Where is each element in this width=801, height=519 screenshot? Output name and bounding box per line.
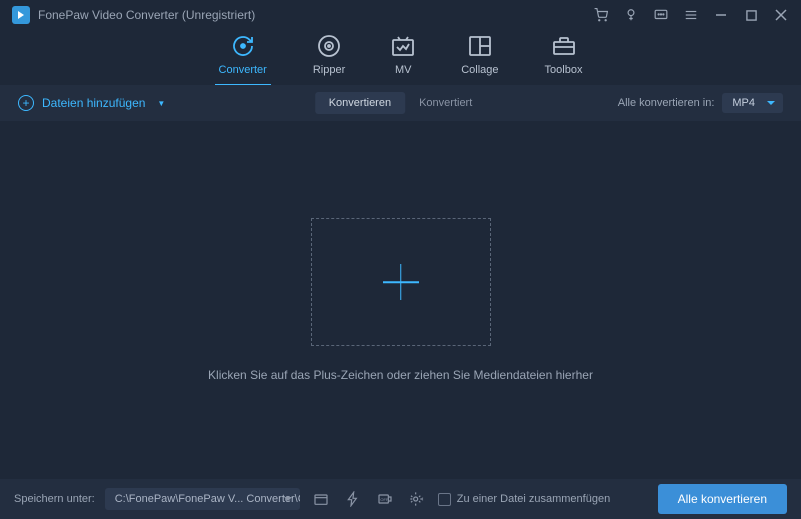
footer: Speichern unter: C:\FonePaw\FonePaw V...… bbox=[0, 479, 801, 519]
tab-label: MV bbox=[395, 64, 412, 76]
collage-icon bbox=[468, 34, 492, 58]
key-icon[interactable] bbox=[623, 7, 639, 23]
merge-label: Zu einer Datei zusammenfügen bbox=[457, 493, 610, 505]
tab-collage[interactable]: Collage bbox=[461, 34, 498, 86]
plus-circle-icon: + bbox=[18, 95, 34, 111]
window-title: FonePaw Video Converter (Unregistriert) bbox=[38, 8, 593, 22]
app-logo bbox=[12, 6, 30, 24]
subbar: + Dateien hinzufügen ▼ Konvertieren Konv… bbox=[0, 85, 801, 121]
save-path-dropdown[interactable]: C:\FonePaw\FonePaw V... Converter\Conver… bbox=[105, 488, 300, 510]
save-label: Speichern unter: bbox=[14, 493, 95, 505]
settings-icon[interactable] bbox=[406, 488, 428, 510]
status-tab-converting[interactable]: Konvertieren bbox=[315, 92, 405, 114]
format-dropdown[interactable]: MP4 bbox=[722, 93, 783, 113]
tab-toolbox[interactable]: Toolbox bbox=[545, 34, 583, 86]
ripper-icon bbox=[317, 34, 341, 58]
converter-icon bbox=[231, 34, 255, 58]
convert-all-button[interactable]: Alle konvertieren bbox=[658, 484, 787, 514]
status-tabs: Konvertieren Konvertiert bbox=[315, 92, 487, 114]
drop-hint-text: Klicken Sie auf das Plus-Zeichen oder zi… bbox=[208, 368, 593, 382]
toolbox-icon bbox=[552, 34, 576, 58]
svg-text:OFF: OFF bbox=[380, 497, 389, 502]
tab-label: Ripper bbox=[313, 64, 345, 76]
add-files-label: Dateien hinzufügen bbox=[42, 96, 145, 110]
status-tab-converted[interactable]: Konvertiert bbox=[405, 92, 486, 114]
menu-icon[interactable] bbox=[683, 7, 699, 23]
tab-label: Converter bbox=[219, 64, 267, 76]
maximize-icon[interactable] bbox=[743, 7, 759, 23]
mv-icon bbox=[391, 34, 415, 58]
merge-checkbox[interactable]: Zu einer Datei zusammenfügen bbox=[438, 493, 610, 506]
convert-all-section: Alle konvertieren in: MP4 bbox=[618, 93, 783, 113]
convert-all-label: Alle konvertieren in: bbox=[618, 97, 715, 109]
titlebar-controls bbox=[593, 7, 789, 23]
gpu-icon[interactable]: OFF bbox=[374, 488, 396, 510]
minimize-icon[interactable] bbox=[713, 7, 729, 23]
plus-icon bbox=[381, 262, 421, 302]
tab-label: Toolbox bbox=[545, 64, 583, 76]
speed-icon[interactable] bbox=[342, 488, 364, 510]
tab-converter[interactable]: Converter bbox=[219, 34, 267, 86]
folder-icon[interactable] bbox=[310, 488, 332, 510]
add-files-button[interactable]: + Dateien hinzufügen ▼ bbox=[18, 95, 165, 111]
body-area: Klicken Sie auf das Plus-Zeichen oder zi… bbox=[0, 121, 801, 479]
chevron-down-icon: ▼ bbox=[157, 99, 165, 108]
cart-icon[interactable] bbox=[593, 7, 609, 23]
close-icon[interactable] bbox=[773, 7, 789, 23]
tab-ripper[interactable]: Ripper bbox=[313, 34, 345, 86]
tab-mv[interactable]: MV bbox=[391, 34, 415, 86]
tab-label: Collage bbox=[461, 64, 498, 76]
message-icon[interactable] bbox=[653, 7, 669, 23]
titlebar: FonePaw Video Converter (Unregistriert) bbox=[0, 0, 801, 30]
drop-zone[interactable] bbox=[311, 218, 491, 346]
main-tabs: Converter Ripper MV Collage Toolbox bbox=[0, 30, 801, 85]
checkbox-icon bbox=[438, 493, 451, 506]
